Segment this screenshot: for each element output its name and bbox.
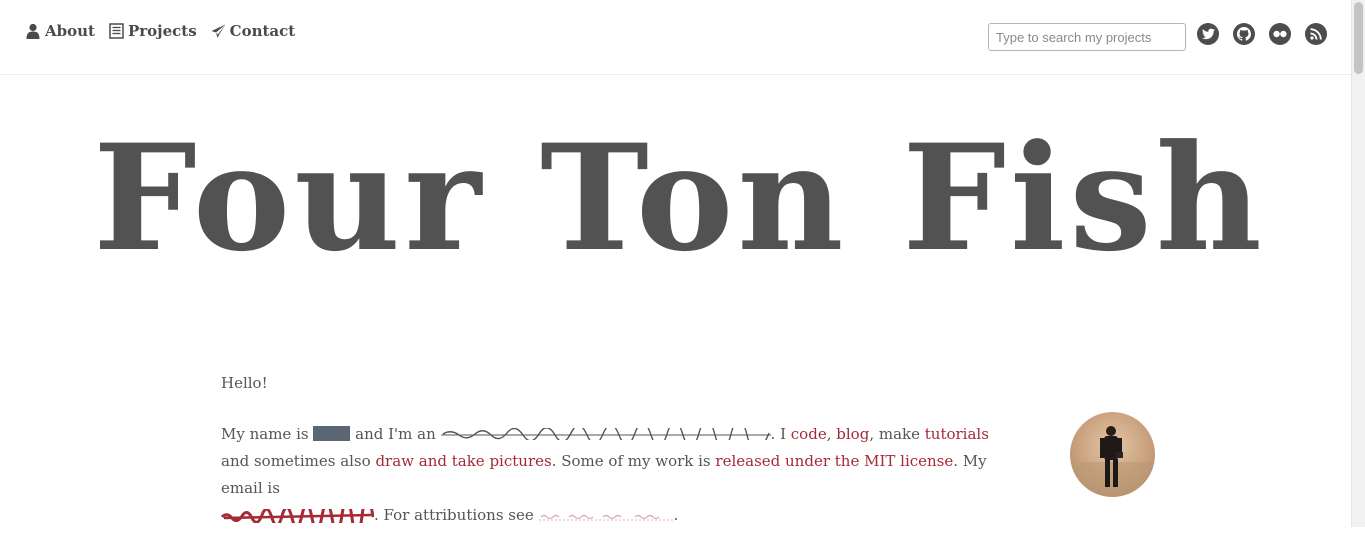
scribbled-out-text xyxy=(440,428,771,440)
list-icon xyxy=(109,23,124,39)
intro-text: , xyxy=(826,425,832,443)
nav-links: About Projects Contact xyxy=(25,22,295,40)
search-input[interactable] xyxy=(988,23,1186,51)
draw-pictures-link[interactable]: draw and take pictures xyxy=(375,452,551,470)
flickr-icon xyxy=(1273,30,1287,38)
code-link[interactable]: code xyxy=(791,425,827,443)
intro-text: . Some of my work is xyxy=(551,452,711,470)
github-icon xyxy=(1237,27,1251,41)
intro-section: Hello! My name is and I'm an . I code, b… xyxy=(221,370,1001,553)
intro-text: , make xyxy=(869,425,920,443)
rss-link[interactable] xyxy=(1305,23,1327,45)
site-title: Four Ton Fish xyxy=(93,113,1266,284)
nav-about-label: About xyxy=(45,22,95,40)
social-links xyxy=(1197,23,1327,45)
rss-icon xyxy=(1310,28,1322,40)
github-link[interactable] xyxy=(1233,23,1255,45)
twitter-icon xyxy=(1201,28,1215,40)
nav-projects-link[interactable]: Projects xyxy=(109,22,197,40)
scrollbar-thumb[interactable] xyxy=(1354,2,1363,74)
intro-text: My name is xyxy=(221,425,309,443)
nav-projects-label: Projects xyxy=(127,22,197,40)
blog-link[interactable]: blog xyxy=(836,425,869,443)
intro-text: and sometimes also xyxy=(221,452,371,470)
tutorials-link[interactable]: tutorials xyxy=(925,425,989,443)
intro-paragraph: My name is and I'm an . I code, blog, ma… xyxy=(221,421,1001,529)
top-navbar: About Projects Contact xyxy=(0,0,1351,75)
paper-plane-icon xyxy=(211,24,226,38)
scribbled-email-link[interactable] xyxy=(221,509,374,523)
nav-about-link[interactable]: About xyxy=(25,22,95,40)
flickr-link[interactable] xyxy=(1269,23,1291,45)
user-icon xyxy=(26,23,40,39)
intro-text: . For attributions see xyxy=(374,506,534,524)
scribbled-attribution-link[interactable] xyxy=(538,511,674,521)
nav-contact-label: Contact xyxy=(229,22,296,40)
mit-license-link[interactable]: released under the MIT license xyxy=(715,452,953,470)
person-photo-icon xyxy=(1070,426,1155,497)
profile-avatar xyxy=(1070,412,1155,497)
intro-text: . I xyxy=(770,425,786,443)
redacted-name xyxy=(313,426,351,441)
twitter-link[interactable] xyxy=(1197,23,1219,45)
nav-contact-link[interactable]: Contact xyxy=(211,22,296,40)
greeting: Hello! xyxy=(221,374,268,392)
intro-text: and I'm an xyxy=(350,425,436,443)
intro-text: . xyxy=(673,506,679,524)
